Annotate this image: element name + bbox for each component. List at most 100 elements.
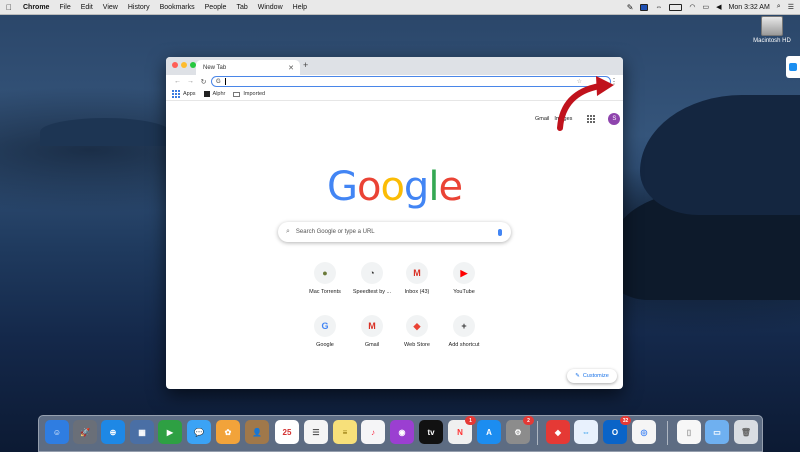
tab-title: New Tab	[203, 64, 227, 71]
menu-help[interactable]: Help	[288, 4, 312, 11]
menu-file[interactable]: File	[54, 4, 75, 11]
contacts-dock-icon[interactable]: 👤	[245, 420, 269, 444]
apple-tv-dock-icon[interactable]: tv	[419, 420, 443, 444]
customize-label: Customize	[582, 373, 609, 379]
alphr-icon	[203, 91, 210, 97]
shortcut-tile[interactable]: ▶ YouTube	[434, 262, 494, 295]
dock: ☺ 🚀 ⊕ ▦ ▶ 💬 ✿ 👤 25 ☰ ≡ ♪ ◉ tv N 1 A ⚙ 2 ◆ ⇔ O 32 ◎ ▯ ▭ 🗑	[38, 415, 763, 452]
app-store-dock-icon[interactable]: A	[477, 420, 501, 444]
menu-tab[interactable]: Tab	[231, 4, 252, 11]
logo-letter: o	[380, 164, 405, 210]
podcasts-dock-icon[interactable]: ◉	[390, 420, 414, 444]
menu-window[interactable]: Window	[253, 4, 288, 11]
facetime-dock-icon[interactable]: ▶	[158, 420, 182, 444]
system-preferences-dock-icon[interactable]: ⚙ 2	[506, 416, 534, 444]
teamviewer-glyph: ⇔	[582, 427, 590, 437]
wifi-icon[interactable]: ◠	[689, 3, 695, 11]
shortcut-label: Add shortcut	[448, 342, 480, 348]
left-headland	[40, 118, 170, 146]
apple-menu-icon[interactable]: 	[0, 3, 18, 12]
spotlight-icon[interactable]: ⌕	[777, 3, 781, 11]
google-logo: Google	[166, 167, 623, 207]
launchpad-dock-icon[interactable]: 🚀	[73, 420, 97, 444]
customize-button[interactable]: ✎ Customize	[567, 369, 617, 383]
shortcut-label: YouTube	[453, 289, 475, 295]
contacts-glyph: 👤	[252, 427, 262, 437]
menu-edit[interactable]: Edit	[76, 4, 98, 11]
chrome-dock-icon[interactable]: ◎	[632, 420, 656, 444]
control-center-icon[interactable]: ☰	[788, 3, 794, 11]
trash-dock-icon[interactable]: 🗑	[734, 420, 758, 444]
hard-drive-icon	[761, 16, 783, 36]
apps-grid-icon	[172, 90, 180, 98]
airplay-icon[interactable]: ▭	[703, 3, 710, 11]
text-caret	[224, 78, 226, 85]
microphone-icon[interactable]	[498, 228, 502, 236]
system-preferences-glyph: ⚙	[514, 427, 522, 437]
document-glyph: ▯	[686, 427, 692, 437]
reminders-dock-icon[interactable]: ☰	[304, 420, 328, 444]
menu-history[interactable]: History	[123, 4, 155, 11]
notification-badge: 32	[620, 416, 631, 425]
teamviewer-status-icon[interactable]: ⇔	[655, 4, 662, 11]
music-dock-icon[interactable]: ♪	[361, 420, 385, 444]
apple-tv-glyph: tv	[427, 427, 435, 437]
bookmark-apps[interactable]: Apps	[172, 90, 196, 98]
teamviewer-dock-icon[interactable]: ⇔	[574, 420, 598, 444]
logo-letter: g	[403, 164, 429, 210]
menu-people[interactable]: People	[200, 4, 232, 11]
logo-letter: o	[356, 164, 382, 210]
pen-icon[interactable]: ✎	[627, 3, 634, 12]
back-button[interactable]: ←	[171, 78, 184, 85]
teamviewer-side-icon[interactable]	[786, 56, 800, 78]
anydesk-dock-icon[interactable]: ◆	[546, 420, 570, 444]
right-cliff	[640, 95, 800, 215]
trash-glyph: 🗑	[740, 427, 752, 437]
bookmark-imported[interactable]: Imported	[233, 91, 265, 97]
notes-dock-icon[interactable]: ≡	[333, 420, 357, 444]
safari-glyph: ⊕	[109, 427, 117, 437]
document-dock-icon[interactable]: ▯	[677, 420, 701, 444]
anydesk-glyph: ◆	[554, 427, 562, 437]
battery-icon[interactable]	[669, 3, 683, 11]
notification-badge: 1	[465, 416, 476, 425]
menu-app-name[interactable]: Chrome	[18, 4, 54, 11]
folder-dock-icon[interactable]: ▭	[705, 420, 729, 444]
finder-dock-icon[interactable]: ☺	[45, 420, 69, 444]
bookmark-imported-label: Imported	[243, 91, 266, 97]
tab-new-tab[interactable]: New Tab ✕	[196, 60, 300, 75]
music-glyph: ♪	[371, 427, 375, 437]
outlook-dock-icon[interactable]: O 32	[603, 416, 631, 444]
news-glyph: N	[457, 427, 463, 437]
app-store-glyph: A	[486, 427, 492, 437]
news-dock-icon[interactable]: N1	[448, 416, 476, 444]
bookmark-alphr[interactable]: Alphr	[203, 91, 226, 97]
calendar-glyph: 25	[282, 427, 292, 437]
preview-glyph: ▦	[138, 427, 146, 437]
shortcut-tile[interactable]: + Add shortcut	[434, 315, 494, 348]
calendar-dock-icon[interactable]: 25	[275, 420, 299, 444]
menu-clock[interactable]: Mon 3:32 AM	[729, 4, 770, 11]
bookmark-alphr-label: Alphr	[212, 91, 226, 97]
reload-button[interactable]: ↻	[197, 78, 210, 86]
forward-button[interactable]: →	[184, 78, 197, 85]
safari-dock-icon[interactable]: ⊕	[101, 420, 125, 444]
menu-view[interactable]: View	[98, 4, 123, 11]
outlook-glyph: O	[611, 427, 619, 437]
photos-dock-icon[interactable]: ✿	[216, 420, 240, 444]
close-tab-icon[interactable]: ✕	[288, 64, 294, 72]
minimize-window-button[interactable]	[181, 62, 187, 68]
status-app-icon[interactable]	[640, 3, 649, 11]
preview-dock-icon[interactable]: ▦	[130, 420, 154, 444]
shortcut-favicon-icon: M	[361, 315, 383, 337]
search-box[interactable]: ⌕ Search Google or type a URL	[278, 222, 511, 242]
shortcut-favicon-icon: G	[314, 315, 336, 337]
menu-bookmarks[interactable]: Bookmarks	[155, 4, 200, 11]
messages-dock-icon[interactable]: 💬	[187, 420, 211, 444]
new-tab-button[interactable]: +	[303, 60, 308, 70]
annotation-arrow	[557, 76, 614, 131]
macintosh-hd[interactable]: Macintosh HD	[753, 16, 791, 44]
close-window-button[interactable]	[172, 62, 178, 68]
volume-icon[interactable]: ◀	[716, 3, 721, 11]
menu-bar:  Chrome File Edit View History Bookmark…	[0, 0, 800, 15]
